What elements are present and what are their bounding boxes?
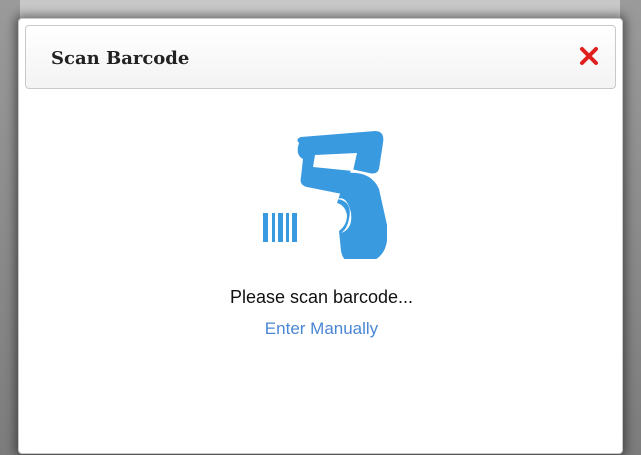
- background-page-strip: [20, 0, 620, 19]
- scan-status-text: Please scan barcode...: [229, 287, 414, 307]
- dialog-title: Scan Barcode: [51, 48, 190, 69]
- scan-barcode-dialog: Scan Barcode Please scan barcode... Ente…: [18, 18, 623, 454]
- close-icon[interactable]: [578, 45, 600, 67]
- enter-manually-link-wrap: Enter Manually: [19, 319, 624, 339]
- barcode-scanner-icon: [263, 131, 387, 259]
- dialog-header: Scan Barcode: [25, 25, 616, 89]
- enter-manually-link[interactable]: Enter Manually: [265, 319, 378, 338]
